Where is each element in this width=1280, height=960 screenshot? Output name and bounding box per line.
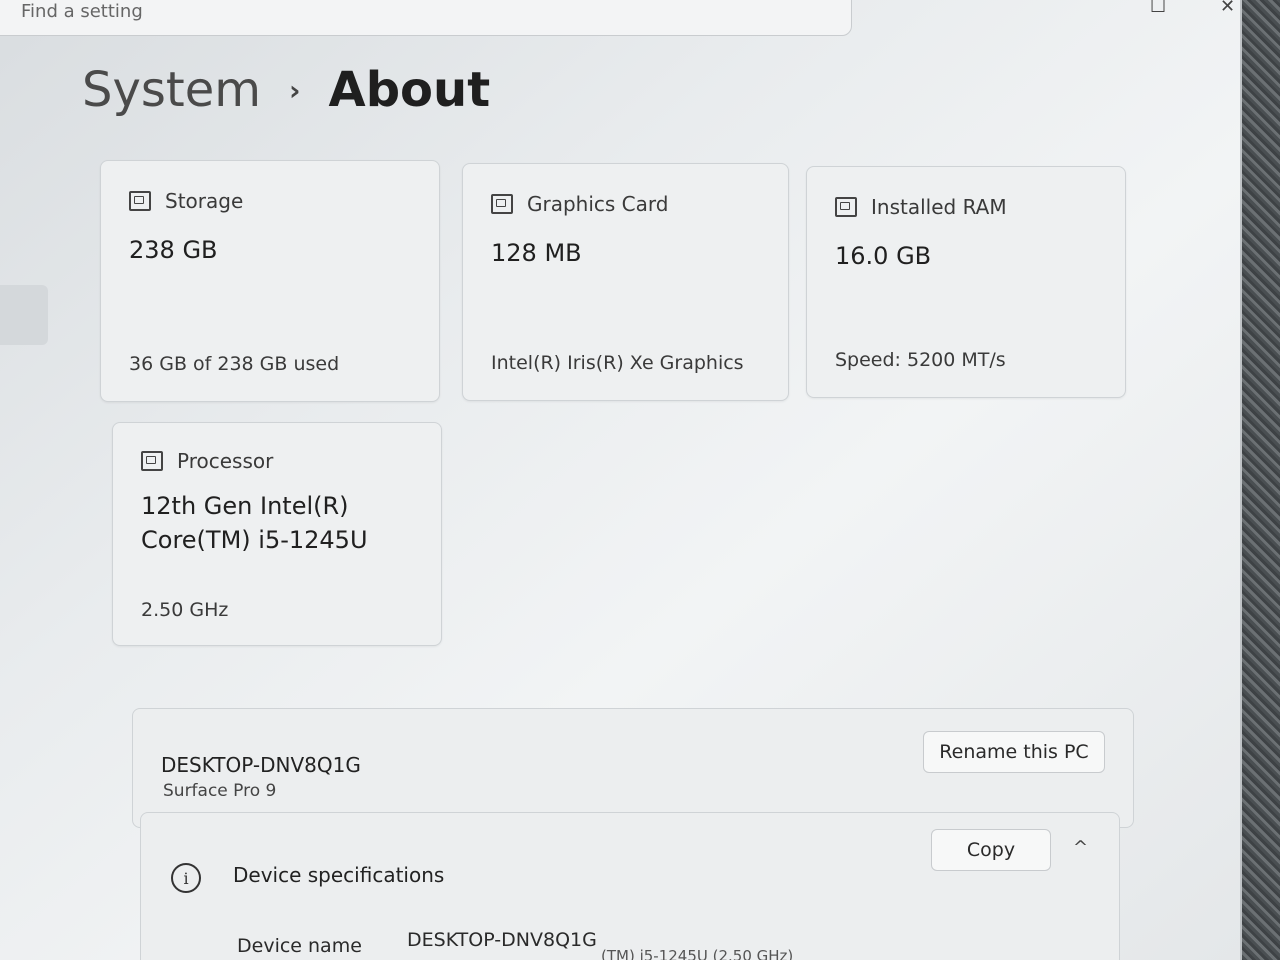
rename-pc-button[interactable]: Rename this PC <box>923 731 1105 773</box>
processor-detail: 2.50 GHz <box>141 599 229 621</box>
search-input[interactable]: Find a setting <box>0 0 852 36</box>
copy-button[interactable]: Copy <box>931 829 1051 871</box>
spec-label-device-name: Device name <box>237 935 362 957</box>
ram-detail: Speed: 5200 MT/s <box>835 349 1006 371</box>
storage-detail: 36 GB of 238 GB used <box>129 353 340 375</box>
close-button[interactable]: ✕ <box>1220 0 1235 17</box>
device-name: DESKTOP-DNV8Q1G <box>161 753 361 777</box>
device-name-panel: DESKTOP-DNV8Q1G Surface Pro 9 Rename thi… <box>132 708 1134 828</box>
device-specs-title: Device specifications <box>233 863 445 887</box>
maximize-button[interactable]: ☐ <box>1150 0 1166 17</box>
processor-value: 12th Gen Intel(R) Core(TM) i5-1245U <box>141 489 368 557</box>
graphics-card-label: Graphics Card <box>527 192 669 216</box>
device-specs-panel: i Device specifications Copy ^ Device na… <box>140 812 1120 960</box>
processor-card[interactable]: Processor 12th Gen Intel(R) Core(TM) i5-… <box>112 422 442 646</box>
graphics-card-detail: Intel(R) Iris(R) Xe Graphics <box>491 352 744 374</box>
spec-value-device-name: DESKTOP-DNV8Q1G <box>407 929 597 951</box>
processor-value-line1: 12th Gen Intel(R) <box>141 492 349 520</box>
processor-card-header: Processor <box>141 449 273 473</box>
search-placeholder: Find a setting <box>21 1 143 22</box>
ram-card[interactable]: Installed RAM 16.0 GB Speed: 5200 MT/s <box>806 166 1126 398</box>
ram-card-header: Installed RAM <box>835 195 1007 219</box>
breadcrumb: System › About <box>82 62 490 118</box>
storage-card-header: Storage <box>129 189 243 213</box>
ram-value: 16.0 GB <box>835 242 932 270</box>
info-icon: i <box>171 863 201 893</box>
graphics-card-value: 128 MB <box>491 239 582 267</box>
graphics-card-header: Graphics Card <box>491 192 668 216</box>
processor-label: Processor <box>177 449 274 473</box>
nav-selected-indicator <box>0 285 48 345</box>
chevron-right-icon: › <box>289 73 301 107</box>
storage-card[interactable]: Storage 238 GB 36 GB of 238 GB used <box>100 160 440 402</box>
storage-icon <box>129 191 151 211</box>
storage-value: 238 GB <box>129 236 218 264</box>
storage-label: Storage <box>165 189 244 213</box>
device-model: Surface Pro 9 <box>163 781 277 801</box>
ram-label: Installed RAM <box>871 195 1007 219</box>
ram-icon <box>835 197 857 217</box>
graphics-card-icon <box>491 194 513 214</box>
spec-value-processor-partial: (TM) i5-1245U (2.50 GHz) <box>601 947 794 960</box>
breadcrumb-parent[interactable]: System <box>82 62 261 118</box>
graphics-card-card[interactable]: Graphics Card 128 MB Intel(R) Iris(R) Xe… <box>462 163 789 401</box>
page-title: About <box>328 62 491 118</box>
settings-window: Find a setting ☐ ✕ System › About Storag… <box>0 0 1242 960</box>
processor-icon <box>141 451 163 471</box>
processor-value-line2: Core(TM) i5-1245U <box>141 526 368 554</box>
chevron-up-icon[interactable]: ^ <box>1073 837 1088 858</box>
